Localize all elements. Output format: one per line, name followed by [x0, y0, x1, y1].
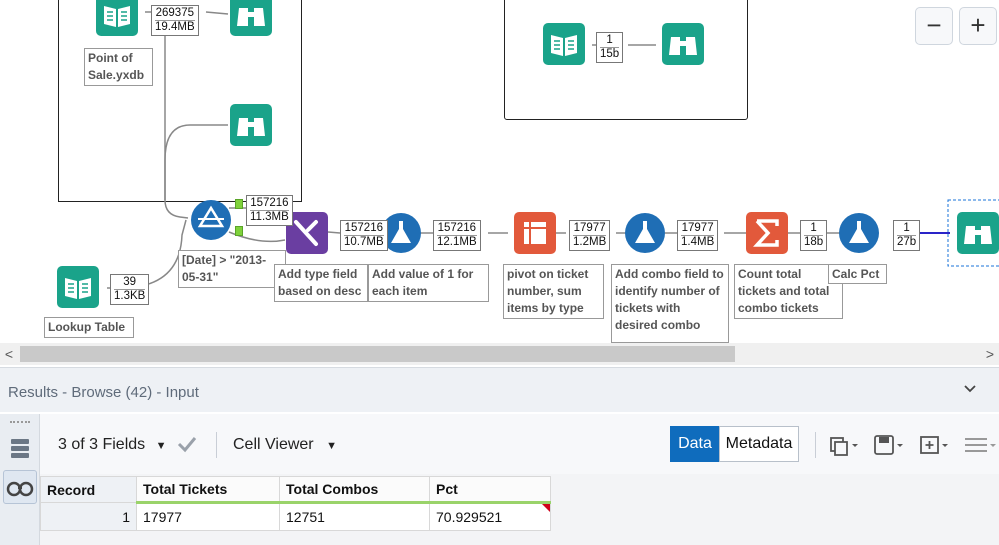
cell-viewer-selector[interactable]: Cell Viewer ▼: [233, 436, 337, 454]
fields-label: 3 of 3 Fields: [58, 436, 146, 453]
formula-tool-2[interactable]: [624, 212, 666, 254]
scroll-left-arrow[interactable]: <: [0, 343, 18, 365]
annotation-filter: [Date] > "2013-05-31": [178, 250, 286, 288]
record-stat-4: 157216 10.7MB: [340, 220, 388, 251]
scroll-thumb[interactable]: [20, 346, 735, 362]
fields-selector[interactable]: 3 of 3 Fields ▼: [58, 436, 167, 454]
browse-tool-final[interactable]: [957, 212, 999, 254]
toolbar-separator: [815, 432, 816, 458]
metadata-tab[interactable]: Metadata: [719, 426, 799, 462]
flask-icon: [625, 213, 665, 253]
add-column-icon[interactable]: [918, 434, 950, 461]
column-header-record[interactable]: Record: [40, 476, 137, 503]
annotation-lookup-table: Lookup Table: [44, 317, 134, 338]
sigma-icon: [746, 212, 788, 254]
table-row[interactable]: 1 17977 12751 70.929521: [40, 502, 551, 531]
results-header: Results - Browse (42) - Input: [0, 367, 999, 412]
record-stat-6: 17977 1.2MB: [569, 220, 611, 251]
workflow-canvas[interactable]: 269375 19.4MB 1 15b 157216 11.3MB 157216 10.…: [0, 0, 999, 343]
browse-tool-1[interactable]: [230, 0, 272, 36]
record-stat-5: 157216 12.1MB: [433, 220, 481, 251]
grip-handle[interactable]: [10, 421, 30, 424]
annotation-calc-pct: Calc Pct: [828, 264, 887, 284]
flask-icon: [839, 213, 879, 253]
record-stat-1: 269375 19.4MB: [151, 5, 199, 36]
record-stat-3: 157216 11.3MB: [246, 195, 293, 226]
zoom-in-button[interactable]: +: [959, 7, 997, 45]
annotation-count-total: Count total tickets and total combo tick…: [734, 264, 843, 319]
cell-pct[interactable]: 70.929521: [429, 502, 551, 531]
binoculars-icon: [230, 104, 272, 146]
save-icon[interactable]: [872, 434, 904, 461]
input-data-tool-pos[interactable]: [96, 0, 138, 36]
results-side-strip: [0, 414, 40, 545]
book-icon: [96, 0, 138, 36]
annotation-pivot: pivot on ticket number, sum items by typ…: [503, 264, 604, 319]
results-grid-area: Record Total Tickets Total Combos Pct 1 …: [40, 474, 999, 545]
binoculars-icon: [662, 23, 704, 65]
results-title: Results - Browse (42) - Input: [8, 384, 199, 401]
input-data-tool-right[interactable]: [543, 23, 585, 65]
record-stat-10: 39 1.3KB: [110, 274, 150, 305]
results-list-button[interactable]: [3, 432, 37, 466]
column-header-total-combos[interactable]: Total Combos: [279, 476, 430, 504]
record-stat-8: 1 18b: [800, 220, 828, 251]
data-tab[interactable]: Data: [670, 426, 720, 462]
copy-icon[interactable]: [828, 434, 860, 461]
chevron-down-icon[interactable]: [963, 382, 977, 401]
binoculars-icon: [957, 212, 999, 254]
table-header-row: Record Total Tickets Total Combos Pct: [40, 476, 551, 504]
browse-tool-2[interactable]: [230, 104, 272, 146]
binoculars-icon: [6, 481, 34, 497]
browse-tool-3[interactable]: [662, 23, 704, 65]
list-icon: [11, 439, 29, 458]
browse-results-button[interactable]: [3, 470, 37, 504]
zoom-out-button[interactable]: −: [915, 7, 953, 45]
canvas-horizontal-scrollbar[interactable]: < >: [0, 343, 999, 365]
summarize-tool[interactable]: [746, 212, 788, 254]
cell-viewer-label: Cell Viewer: [233, 436, 314, 453]
annotation-add-value: Add value of 1 for each item: [368, 264, 489, 302]
toolbar-separator: [216, 432, 217, 458]
record-stat-2: 1 15b: [596, 32, 624, 63]
cell-total-tickets[interactable]: 17977: [136, 502, 280, 531]
record-stat-9: 1 27b: [893, 220, 921, 251]
annotation-point-of-sale: Point of Sale.yxdb: [84, 48, 153, 86]
annotation-add-type-field: Add type field based on desc: [274, 264, 368, 302]
filter-icon: [191, 200, 231, 240]
results-table: Record Total Tickets Total Combos Pct 1 …: [40, 476, 551, 531]
formula-tool-3[interactable]: [838, 212, 880, 254]
binoculars-icon: [230, 0, 272, 36]
scroll-right-arrow[interactable]: >: [981, 343, 999, 365]
caret-down-icon: ▼: [326, 440, 337, 452]
checkmark-icon[interactable]: [175, 432, 199, 461]
menu-icon[interactable]: [962, 434, 996, 461]
caret-down-icon: ▼: [155, 440, 167, 452]
cell-total-combos[interactable]: 12751: [279, 502, 430, 531]
annotation-combo-field: Add combo field to identify number of ti…: [611, 264, 729, 343]
filter-false-anchor[interactable]: [235, 226, 243, 236]
book-icon: [543, 23, 585, 65]
column-header-total-tickets[interactable]: Total Tickets: [136, 476, 280, 504]
truncation-marker: [542, 504, 550, 512]
cell-record: 1: [40, 502, 137, 531]
record-stat-7: 17977 1.4MB: [677, 220, 719, 251]
cross-tab-tool[interactable]: [514, 212, 556, 254]
book-icon: [57, 266, 99, 308]
filter-tool[interactable]: [190, 199, 232, 241]
results-toolbar: 3 of 3 Fields ▼ Cell Viewer ▼ Data Metad…: [40, 414, 999, 474]
cell-pct-value: 70.929521: [436, 509, 503, 525]
input-data-tool-lookup[interactable]: [57, 266, 99, 308]
filter-true-anchor[interactable]: [235, 199, 243, 209]
column-header-pct[interactable]: Pct: [429, 476, 551, 504]
cross-tab-icon: [514, 212, 556, 254]
